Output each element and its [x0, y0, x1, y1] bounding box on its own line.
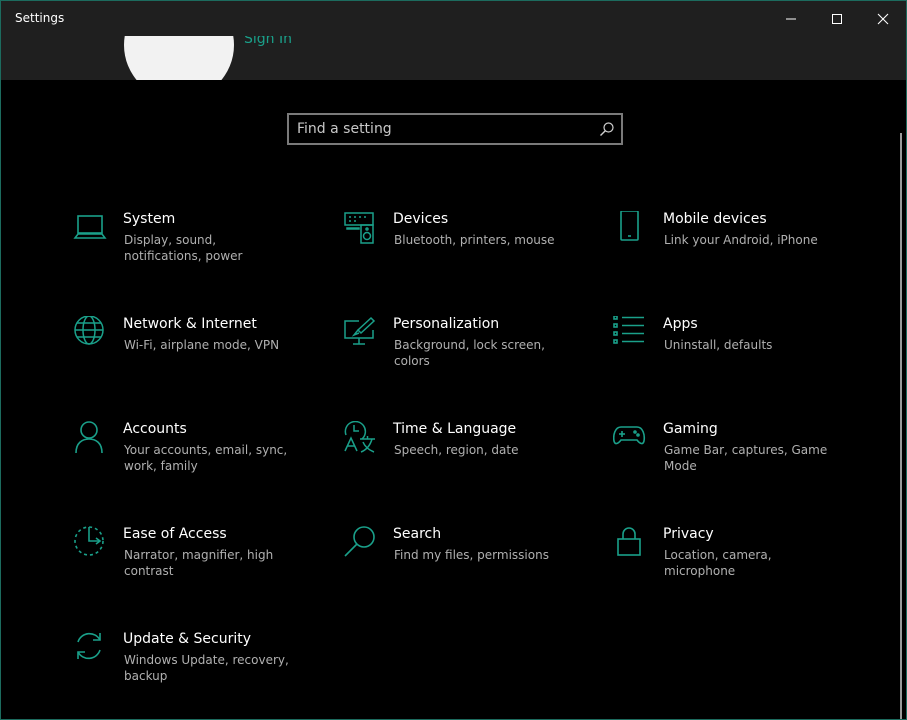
tile-title: Gaming: [663, 421, 718, 437]
tile-title: Ease of Access: [123, 526, 227, 542]
tile-description: Speech, region, date: [394, 443, 519, 457]
search-icon[interactable]: [599, 121, 615, 137]
tile-title: Privacy: [663, 526, 714, 542]
tile-title: Update & Security: [123, 631, 252, 647]
tile-time-language[interactable]: Time & Language Speech, region, date: [343, 421, 593, 501]
gamepad-icon: [613, 426, 646, 445]
tile-title: Time & Language: [393, 421, 517, 437]
ease-of-access-icon: [74, 526, 104, 556]
tile-title: Accounts: [123, 421, 187, 437]
tile-description: Game Bar, captures, Game Mode: [664, 443, 828, 473]
magnifier-icon: [344, 526, 375, 557]
tile-description: Narrator, magnifier, high contrast: [124, 548, 274, 578]
laptop-icon: [73, 215, 107, 239]
tile-devices[interactable]: Devices Bluetooth, printers, mouse: [343, 211, 593, 291]
minimize-icon: [786, 18, 796, 19]
tile-description: Bluetooth, printers, mouse: [394, 233, 555, 247]
tile-apps[interactable]: Apps Uninstall, defaults: [613, 316, 863, 396]
tile-description: Your accounts, email, sync, work, family: [124, 443, 288, 473]
tile-description: Display, sound, notifications, power: [124, 233, 243, 263]
close-icon: [877, 13, 889, 24]
phone-icon: [620, 211, 639, 241]
apps-list-icon: [613, 316, 644, 344]
tile-title: Mobile devices: [663, 211, 767, 227]
tile-system[interactable]: System Display, sound, notifications, po…: [73, 211, 323, 291]
tile-description: Uninstall, defaults: [664, 338, 773, 352]
tile-title: Network & Internet: [123, 316, 257, 332]
paintbrush-monitor-icon: [344, 316, 376, 345]
search-box[interactable]: [287, 113, 623, 145]
tile-description: Find my files, permissions: [394, 548, 549, 562]
sign-in-link[interactable]: Sign In: [244, 36, 292, 47]
tile-accounts[interactable]: Accounts Your accounts, email, sync, wor…: [73, 421, 323, 501]
tile-description: Background, lock screen, colors: [394, 338, 545, 368]
tile-title: Search: [393, 526, 442, 542]
tile-network-internet[interactable]: Network & Internet Wi-Fi, airplane mode,…: [73, 316, 323, 396]
tile-personalization[interactable]: Personalization Background, lock screen,…: [343, 316, 593, 396]
lock-icon: [617, 527, 641, 556]
minimize-button[interactable]: [768, 1, 814, 36]
tile-privacy[interactable]: Privacy Location, camera, microphone: [613, 526, 863, 606]
tile-gaming[interactable]: Gaming Game Bar, captures, Game Mode: [613, 421, 863, 501]
settings-window: Settings Sign In System Display, sound, …: [0, 0, 907, 720]
refresh-icon: [77, 632, 101, 660]
tile-ease-of-access[interactable]: Ease of Access Narrator, magnifier, high…: [73, 526, 323, 606]
tile-title: System: [123, 211, 176, 227]
tile-update-security[interactable]: Update & Security Windows Update, recove…: [73, 631, 323, 711]
avatar[interactable]: [124, 36, 234, 80]
tile-title: Personalization: [393, 316, 500, 332]
search-input[interactable]: [297, 120, 587, 138]
maximize-icon: [832, 13, 842, 24]
tile-mobile-devices[interactable]: Mobile devices Link your Android, iPhone: [613, 211, 863, 291]
time-language-icon: [344, 421, 375, 453]
title-bar: Settings: [1, 1, 906, 36]
account-header: Sign In: [1, 36, 906, 80]
tile-search[interactable]: Search Find my files, permissions: [343, 526, 593, 606]
person-icon: [75, 421, 103, 454]
tile-description: Location, camera, microphone: [664, 548, 772, 578]
window-title: Settings: [15, 11, 65, 25]
tile-description: Wi-Fi, airplane mode, VPN: [124, 338, 280, 352]
maximize-button[interactable]: [814, 1, 860, 36]
tile-title: Devices: [393, 211, 449, 227]
tile-description: Windows Update, recovery, backup: [124, 653, 289, 683]
tile-title: Apps: [663, 316, 698, 332]
keyboard-speaker-icon: [344, 212, 374, 244]
tile-description: Link your Android, iPhone: [664, 233, 818, 247]
scrollbar[interactable]: [900, 133, 902, 719]
globe-icon: [74, 316, 104, 345]
close-button[interactable]: [860, 1, 906, 36]
